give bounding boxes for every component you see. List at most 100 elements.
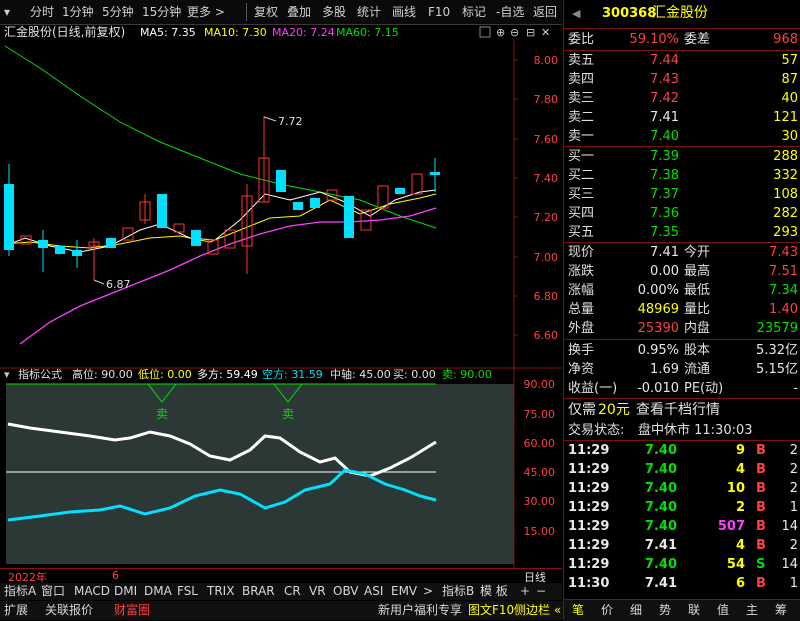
tab-indicator-b[interactable]: 指标B	[442, 583, 474, 600]
tick-price: 7.40	[644, 519, 677, 534]
tick-time: 11:29	[568, 538, 610, 553]
dropdown-icon[interactable]: ▾	[4, 4, 10, 20]
side-tab[interactable]: 值	[717, 602, 729, 619]
ask-row: 卖四 7.43 87	[564, 70, 800, 89]
side-tab[interactable]: 筹	[775, 602, 787, 619]
more-button[interactable]: 更多 >	[187, 4, 225, 20]
indicator-name[interactable]: 指标公式	[18, 367, 62, 381]
tab-fenshi[interactable]: 分时	[30, 4, 54, 20]
ask-label: 卖四	[568, 72, 595, 87]
tab-emv[interactable]: EMV	[391, 583, 417, 600]
bid-row: 买五 7.35 293	[564, 223, 800, 242]
side-tab[interactable]: 势	[659, 602, 671, 619]
tab-15min[interactable]: 15分钟	[142, 4, 181, 20]
bid-label: 买四	[568, 206, 595, 221]
ma20-label: MA20: 7.24	[272, 26, 335, 39]
bid-label: 买二	[568, 168, 595, 183]
expand-icon[interactable]: ⊟	[526, 26, 535, 39]
bid-row: 买四 7.36 282	[564, 204, 800, 223]
candle	[310, 198, 320, 208]
tab-trix[interactable]: TRIX	[207, 583, 234, 600]
bid-volume: 288	[773, 149, 798, 164]
candle	[276, 170, 286, 192]
fuquan-button[interactable]: 复权	[254, 4, 278, 20]
side-tab[interactable]: 笔	[572, 602, 584, 619]
overlay-button[interactable]: 叠加	[287, 4, 311, 20]
side-tab[interactable]: 联	[688, 602, 700, 619]
tab-extension[interactable]: 扩展	[4, 602, 28, 619]
ask-volume: 30	[781, 129, 798, 144]
tick-side: B	[756, 481, 766, 496]
sell-signal-text: 卖	[156, 407, 168, 421]
zoom-out-icon[interactable]: ⊖	[510, 26, 519, 39]
tab-macd[interactable]: MACD	[74, 583, 110, 600]
tab-fsl[interactable]: FSL	[177, 583, 198, 600]
tab-brar[interactable]: BRAR	[242, 583, 275, 600]
tab-wealth-circle[interactable]: 财富圈	[114, 602, 150, 619]
side-tab[interactable]: 细	[630, 602, 642, 619]
multi-stock-button[interactable]: 多股	[322, 4, 346, 20]
ask-price: 7.41	[650, 110, 679, 125]
tab-indicator-a[interactable]: 指标A	[4, 583, 36, 600]
bid-price: 7.35	[650, 225, 679, 240]
price-tick: 7.60	[534, 133, 559, 146]
draw-line-button[interactable]: 画线	[392, 4, 416, 20]
bid-volume: 108	[773, 187, 798, 202]
mark-button[interactable]: 标记	[462, 4, 486, 20]
ask-volume: 57	[781, 53, 798, 68]
new-user-promo[interactable]: 新用户福利专享	[378, 602, 462, 619]
price-tick: 6.60	[534, 329, 559, 342]
tab-remove-icon[interactable]: −	[536, 583, 546, 600]
timeline-month: 6	[112, 569, 119, 582]
high-label: 7.72	[278, 115, 303, 128]
tick-side: B	[756, 500, 766, 515]
settings-icon[interactable]	[479, 26, 491, 38]
tab-more-arrow[interactable]: >	[423, 583, 433, 600]
bid-label: 买五	[568, 225, 595, 240]
tab-template[interactable]: 模 板	[480, 583, 508, 600]
bid-volume: 282	[773, 206, 798, 221]
stat-row: 总量 48969 量比 1.40	[564, 300, 800, 319]
candle	[344, 196, 354, 238]
tab-cr[interactable]: CR	[284, 583, 301, 600]
tab-asi[interactable]: ASI	[364, 583, 383, 600]
sidebar-collapse-icon[interactable]: ◀	[572, 4, 580, 23]
tab-add-icon[interactable]: +	[520, 583, 530, 600]
tick-row: 11:29 7.40 4 B 2	[564, 460, 800, 479]
stat-label: 股本	[684, 343, 711, 358]
tab-dma[interactable]: DMA	[144, 583, 172, 600]
zoom-icon[interactable]: ⊕	[496, 26, 505, 39]
bid-price: 7.38	[650, 168, 679, 183]
stats-button[interactable]: 统计	[357, 4, 381, 20]
tab-f10[interactable]: 图文F10	[468, 602, 514, 619]
indicator-dropdown-icon[interactable]: ▾	[4, 368, 10, 381]
stat-label: 最高	[684, 264, 711, 279]
stat-label: 量比	[684, 302, 711, 317]
tab-dmi[interactable]: DMI	[114, 583, 137, 600]
side-tab[interactable]: 价	[601, 602, 613, 619]
kline-chart[interactable]: 汇金股份(日线,前复权) MA5: 7.35 MA10: 7.30 MA20: …	[0, 24, 562, 570]
tick-count: 2	[789, 538, 798, 553]
indicator-tick: 60.00	[524, 437, 556, 450]
stat-value: 0.00	[650, 264, 679, 279]
tick-price: 7.40	[644, 481, 677, 496]
tab-obv[interactable]: OBV	[333, 583, 359, 600]
tab-related-quote[interactable]: 关联报价	[45, 602, 93, 619]
side-tab[interactable]: 主	[746, 602, 758, 619]
tick-count: 2	[789, 443, 798, 458]
top-toolbar: ▾ 分时 1分钟 5分钟 15分钟 更多 > 复权 叠加 多股 统计 画线 F1…	[0, 0, 562, 25]
back-button[interactable]: 返回	[533, 4, 557, 20]
f10-button[interactable]: F10	[428, 4, 450, 20]
promo-row[interactable]: 仅需 20元 查看千档行情	[564, 401, 800, 420]
tick-price: 7.40	[644, 557, 677, 572]
tab-1min[interactable]: 1分钟	[62, 4, 94, 20]
close-icon[interactable]: ✕	[541, 26, 550, 39]
sidebar-toggle[interactable]: 侧边栏 «	[514, 602, 561, 619]
tab-window[interactable]: 窗口	[41, 583, 65, 600]
stat-value: 7.43	[769, 245, 798, 260]
tab-5min[interactable]: 5分钟	[102, 4, 134, 20]
indicator-tick: 75.00	[524, 408, 556, 421]
tab-vr[interactable]: VR	[309, 583, 326, 600]
watchlist-button[interactable]: -自选	[496, 4, 524, 20]
bottom-tabs: 扩展 关联报价 财富圈 新用户福利专享 图文F10 侧边栏 «	[0, 601, 563, 620]
